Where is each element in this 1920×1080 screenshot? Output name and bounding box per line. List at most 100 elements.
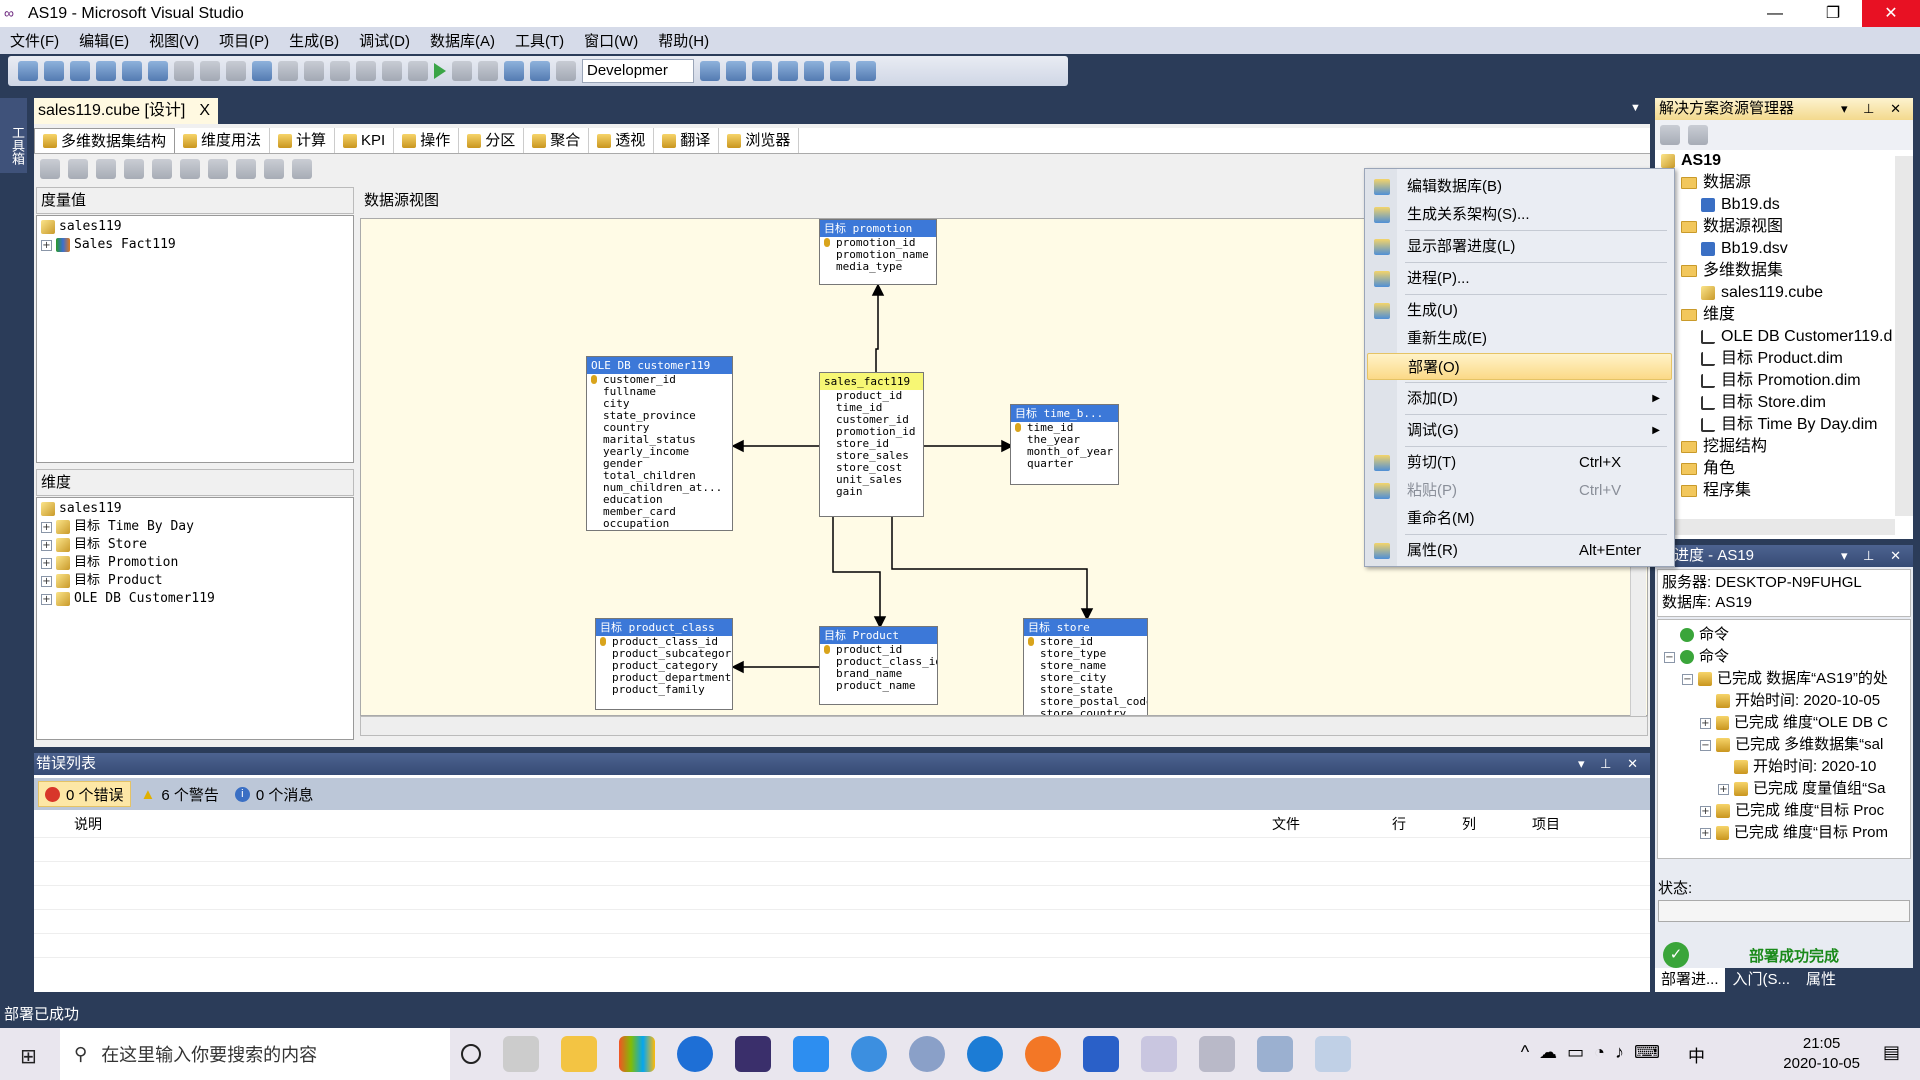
- tab-4[interactable]: 操作: [394, 128, 460, 153]
- move-down-icon[interactable]: [236, 159, 256, 179]
- deployment-item[interactable]: + 已完成 度量值组“Sa: [1664, 778, 1888, 800]
- clock[interactable]: 21:05 2020-10-05: [1783, 1034, 1860, 1074]
- add-measure-icon[interactable]: [68, 159, 88, 179]
- measures-root[interactable]: sales119: [59, 218, 122, 236]
- menu-item[interactable]: 调试(D): [349, 30, 420, 51]
- context-menu-item[interactable]: 生成关系架构(S)...: [1367, 201, 1672, 228]
- copy-icon[interactable]: [200, 61, 220, 81]
- dimension-item[interactable]: + OLE DB Customer119: [41, 590, 349, 608]
- solution-item[interactable]: 目标 Time By Day.dim: [1661, 414, 1913, 436]
- errors-filter-button[interactable]: 0 个错误: [38, 781, 131, 807]
- solution-horizontal-scrollbar[interactable]: [1655, 519, 1895, 535]
- tab-9[interactable]: 浏览器: [719, 128, 800, 153]
- dsv-table[interactable]: 目标 promotion promotion_id promotion_name me…: [819, 219, 937, 285]
- solution-item[interactable]: Bb19.dsv: [1661, 238, 1913, 260]
- deployment-item[interactable]: + 已完成 维度“目标 Prom: [1664, 822, 1888, 844]
- solution-item[interactable]: 角色: [1661, 458, 1913, 480]
- save-icon[interactable]: [122, 61, 142, 81]
- solution-item[interactable]: 挖掘结构: [1661, 436, 1913, 458]
- class-view-icon[interactable]: [804, 61, 824, 81]
- solution-item[interactable]: 维度: [1661, 304, 1913, 326]
- zoom-icon[interactable]: [264, 159, 284, 179]
- expand-icon[interactable]: −: [1682, 673, 1693, 685]
- open-file-icon[interactable]: [70, 61, 90, 81]
- pause-icon[interactable]: [452, 61, 472, 81]
- navigate-back-icon[interactable]: [382, 61, 402, 81]
- tab-5[interactable]: 分区: [459, 128, 525, 153]
- jupyter-icon[interactable]: [1025, 1036, 1061, 1072]
- close-button[interactable]: ✕: [1862, 0, 1920, 27]
- properties-icon[interactable]: [1660, 125, 1680, 145]
- expand-icon[interactable]: +: [41, 593, 52, 605]
- comment-icon[interactable]: [278, 61, 298, 81]
- visual-studio-taskbar-icon[interactable]: [1141, 1036, 1177, 1072]
- dimension-item[interactable]: + 目标 Store: [41, 536, 349, 554]
- tab-8[interactable]: 翻译: [654, 128, 720, 153]
- solution-item[interactable]: 目标 Store.dim: [1661, 392, 1913, 414]
- redo-icon[interactable]: [356, 61, 376, 81]
- context-menu-item[interactable]: 粘贴(P) Ctrl+V: [1367, 477, 1672, 504]
- menu-item[interactable]: 工具(T): [505, 30, 574, 51]
- system-tray-icons[interactable]: ^☁▭◔♪⌨: [1521, 1042, 1670, 1063]
- show-all-files-icon[interactable]: [1688, 125, 1708, 145]
- expand-icon[interactable]: +: [1700, 827, 1711, 839]
- context-menu-item[interactable]: 调试(G) ▶: [1367, 417, 1672, 444]
- show-grid-icon[interactable]: [124, 159, 144, 179]
- deployment-item[interactable]: + 已完成 维度“OLE DB C: [1664, 712, 1888, 734]
- solution-item[interactable]: 目标 Product.dim: [1661, 348, 1913, 370]
- toolbox-tab[interactable]: 工具箱: [0, 98, 27, 173]
- context-menu-item[interactable]: 重命名(M): [1367, 505, 1672, 532]
- menu-item[interactable]: 生成(B): [279, 30, 349, 51]
- close-tab-icon[interactable]: X: [199, 98, 210, 124]
- context-menu-item[interactable]: 显示部署进度(L): [1367, 233, 1672, 260]
- dsv-column[interactable]: product_family: [596, 684, 732, 696]
- column-description[interactable]: 说明: [74, 810, 1272, 837]
- menu-item[interactable]: 帮助(H): [648, 30, 719, 51]
- context-menu-item[interactable]: 重新生成(E): [1367, 325, 1672, 352]
- context-menu-item[interactable]: 生成(U): [1367, 297, 1672, 324]
- dsv-column[interactable]: media_type: [820, 261, 936, 273]
- expand-icon[interactable]: +: [1700, 805, 1711, 817]
- column-file[interactable]: 文件: [1272, 810, 1392, 837]
- expand-icon[interactable]: −: [1700, 739, 1711, 751]
- tab-0[interactable]: 多维数据集结构: [34, 128, 176, 153]
- solution-item[interactable]: sales119.cube: [1661, 282, 1913, 304]
- panel-buttons[interactable]: ▾ ⊥ ✕: [1841, 98, 1907, 120]
- tab-6[interactable]: 聚合: [524, 128, 590, 153]
- step-into-icon[interactable]: [504, 61, 524, 81]
- deployment-item[interactable]: − 已完成 数据库“AS19”的处: [1664, 668, 1888, 690]
- expand-icon[interactable]: +: [41, 539, 52, 551]
- power-bi-icon[interactable]: [735, 1036, 771, 1072]
- deployment-item[interactable]: 命令: [1664, 624, 1888, 646]
- panel-buttons[interactable]: ▾ ⊥ ✕: [1578, 753, 1644, 775]
- solution-item[interactable]: 数据源: [1661, 172, 1913, 194]
- solution-item[interactable]: 目标 Promotion.dim: [1661, 370, 1913, 392]
- deployment-item[interactable]: 开始时间: 2020-10-05: [1664, 690, 1888, 712]
- column-project[interactable]: 项目: [1532, 810, 1632, 837]
- add-dimension-icon[interactable]: [152, 159, 172, 179]
- tab-deployment-progress[interactable]: 部署进...: [1655, 968, 1725, 992]
- restore-button[interactable]: ❐: [1804, 0, 1862, 27]
- ie-icon[interactable]: [851, 1036, 887, 1072]
- add-item-icon[interactable]: [44, 61, 64, 81]
- windows-start-icon[interactable]: ⊞: [20, 1044, 37, 1069]
- dsv-table[interactable]: sales_fact119 product_id time_id customer_i…: [819, 372, 924, 517]
- dsv-table[interactable]: OLE DB customer119 customer_id fullname cit…: [586, 356, 733, 531]
- solution-configuration-dropdown[interactable]: Developmer: [582, 59, 694, 83]
- expand-icon[interactable]: +: [1700, 717, 1711, 729]
- menu-item[interactable]: 文件(F): [0, 30, 69, 51]
- step-over-icon[interactable]: [530, 61, 550, 81]
- column-line[interactable]: 行: [1392, 810, 1462, 837]
- dsv-table[interactable]: 目标 time_b... time_id the_year month_of_year…: [1010, 404, 1119, 485]
- edge-icon[interactable]: [677, 1036, 713, 1072]
- object-browser-icon[interactable]: [752, 61, 772, 81]
- context-menu-item[interactable]: 属性(R) Alt+Enter: [1367, 537, 1672, 564]
- expand-icon[interactable]: +: [41, 521, 52, 533]
- uncomment-icon[interactable]: [304, 61, 324, 81]
- deployment-item[interactable]: 开始时间: 2020-10: [1664, 756, 1888, 778]
- tab-1[interactable]: 维度用法: [175, 128, 271, 153]
- ime-indicator[interactable]: 中: [1688, 1042, 1705, 1067]
- tab-3[interactable]: KPI: [335, 128, 395, 153]
- office-icon[interactable]: [619, 1036, 655, 1072]
- dsv-column[interactable]: product_name: [820, 680, 937, 692]
